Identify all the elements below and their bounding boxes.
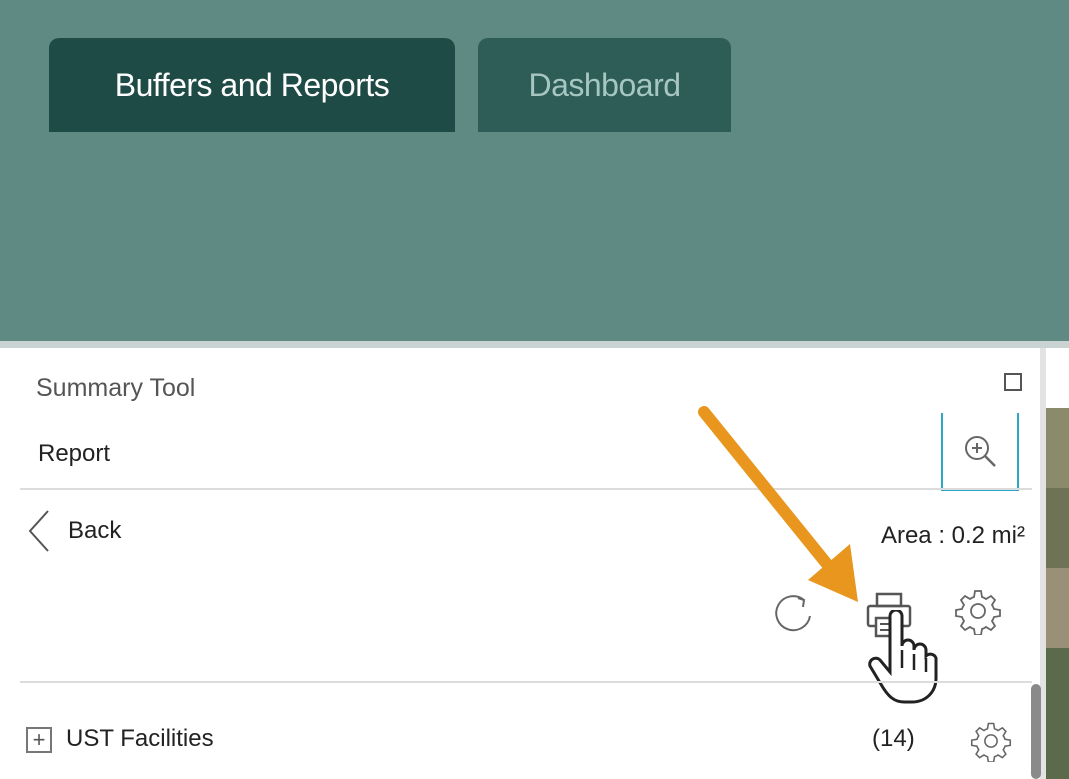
tab-dashboard[interactable]: Dashboard <box>478 38 731 132</box>
back-button[interactable]: Back <box>28 506 121 556</box>
map-view[interactable] <box>1046 348 1069 779</box>
panel-scrollbar[interactable] <box>1031 684 1041 779</box>
zoom-in-icon <box>965 436 996 467</box>
back-label: Back <box>68 517 122 544</box>
layer-row[interactable]: + UST Facilities (14) <box>26 716 1026 766</box>
maximize-icon[interactable] <box>1004 373 1022 391</box>
summary-tool-panel <box>0 348 1046 779</box>
area-readout: Area : 0.2 mi² <box>880 522 1025 549</box>
layer-name: UST Facilities <box>66 725 214 752</box>
hand-cursor-icon <box>868 610 938 704</box>
chevron-left-icon <box>28 510 49 552</box>
settings-button[interactable] <box>951 584 1005 638</box>
report-label: Report <box>38 440 111 467</box>
annotation-arrow-icon <box>698 406 858 602</box>
section-divider <box>20 681 1032 683</box>
layer-count: (14) <box>872 725 915 752</box>
tab-buffers-and-reports[interactable]: Buffers and Reports <box>49 38 455 132</box>
gear-icon <box>970 722 1012 762</box>
zoom-in-button[interactable] <box>941 413 1019 491</box>
layer-settings-button[interactable] <box>966 716 1016 766</box>
section-divider <box>20 488 1032 490</box>
gear-icon <box>955 590 1001 635</box>
app-header: Buffers and Reports Dashboard <box>0 0 1069 345</box>
panel-title: Summary Tool <box>36 374 196 402</box>
expand-button[interactable]: + <box>26 727 52 753</box>
